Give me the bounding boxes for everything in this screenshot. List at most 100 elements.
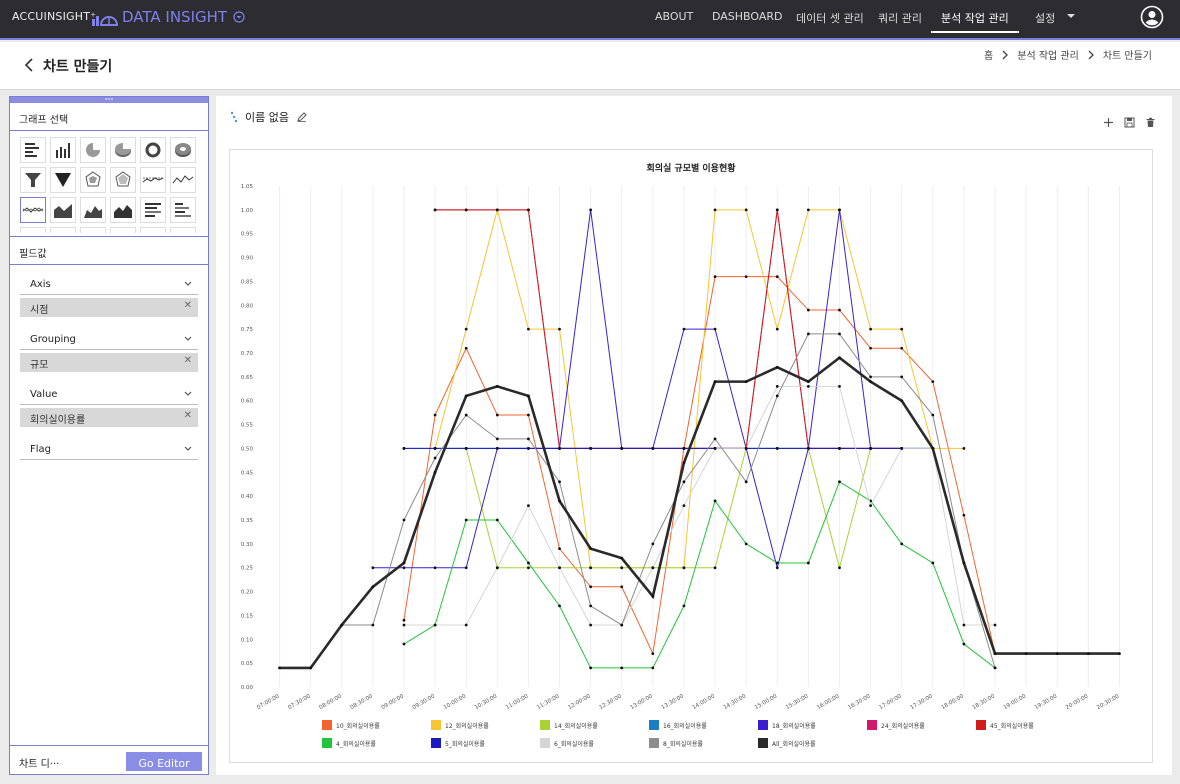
donut-3d-chart-icon[interactable] (170, 137, 196, 163)
data-point (402, 447, 406, 450)
x-tick-label: 08:00:00 (318, 693, 343, 711)
stacked-area-chart-icon[interactable] (110, 197, 136, 223)
remove-icon[interactable]: ✕ (184, 410, 192, 421)
y-tick-label: 0.35 (241, 518, 254, 524)
flag-dropdown[interactable]: Flag (20, 440, 198, 460)
mountain-area-chart-icon[interactable] (80, 197, 106, 223)
data-point (433, 447, 437, 450)
breadcrumb-current: 차트 만들기 (1102, 51, 1152, 62)
nav-dashboard[interactable]: DASHBOARD (712, 10, 783, 23)
legend-swatch (322, 738, 332, 748)
series-line (435, 209, 902, 449)
panel-drag-handle[interactable] (10, 97, 208, 103)
user-account-icon[interactable] (1140, 5, 1164, 29)
page-header: 차트 만들기 홈 분석 작업 관리 차트 만들기 (0, 42, 1180, 90)
x-tick-label: 17:00:00 (878, 693, 903, 711)
go-editor-button[interactable]: Go Editor (126, 752, 202, 771)
data-point (558, 327, 561, 331)
nav-query-management[interactable]: 쿼리 관리 (878, 10, 922, 26)
data-point (433, 208, 437, 212)
axis-dropdown[interactable]: Axis (20, 275, 198, 295)
chevron-down-icon (184, 391, 192, 396)
data-point (806, 308, 810, 312)
data-point (651, 652, 655, 655)
data-point (869, 375, 872, 379)
y-tick-label: 0.85 (241, 279, 254, 285)
chart-type-icon[interactable] (140, 227, 166, 233)
data-point (744, 542, 748, 546)
radar-fill-chart-icon[interactable] (110, 167, 136, 193)
funnel-chart-icon[interactable] (20, 167, 46, 193)
line-chart: 0.00 0.05 0.10 0.15 0.20 0.25 0.30 0.35 0.40 0.45… (241, 184, 1121, 748)
data-point (558, 447, 561, 450)
grouped-bar-chart-icon[interactable] (170, 197, 196, 223)
chart-type-icon[interactable] (110, 227, 136, 233)
radar-chart-icon[interactable] (80, 167, 106, 193)
value-value-chip: 회의실이용률 ✕ (20, 408, 198, 427)
chart-type-icon[interactable] (80, 227, 106, 233)
remove-icon[interactable]: ✕ (184, 300, 192, 311)
vertical-bar-chart-icon[interactable] (50, 137, 76, 163)
breadcrumb: 홈 분석 작업 관리 차트 만들기 (984, 47, 1152, 62)
nav-settings[interactable]: 설정 (1035, 10, 1055, 26)
chart-detail-label[interactable]: 차트 디··· (19, 755, 59, 770)
x-tick-label: 11:30:00 (536, 693, 561, 711)
legend-label: 18_회의실이용률 (772, 722, 816, 730)
y-tick-label: 0.15 (241, 613, 254, 619)
series-line (341, 333, 996, 669)
area-chart-icon[interactable] (50, 197, 76, 223)
flag-label: Flag (30, 444, 52, 455)
dashed-line-chart-icon[interactable] (140, 167, 166, 193)
grouping-dropdown[interactable]: Grouping (20, 330, 198, 350)
data-point (651, 447, 655, 450)
product-dropdown-icon[interactable] (233, 11, 245, 23)
data-point (402, 561, 406, 565)
edit-pencil-icon[interactable] (297, 112, 307, 122)
data-point (962, 513, 966, 517)
data-point (775, 327, 779, 331)
chart-name[interactable]: 이름 없음 (245, 109, 289, 125)
multi-line-chart-icon[interactable] (20, 197, 46, 223)
x-tick-label: 20:00:00 (1065, 693, 1090, 711)
breadcrumb-home[interactable]: 홈 (984, 47, 993, 62)
data-point (931, 413, 935, 417)
nav-dataset-management[interactable]: 데이터 셋 관리 (796, 10, 864, 26)
remove-icon[interactable]: ✕ (184, 355, 192, 366)
x-tick-label: 15:30:00 (785, 693, 810, 711)
data-point (589, 666, 593, 670)
chart-workspace: 이름 없음 회의실 규모별 이용현황 0.00 0.05 0.10 0.15 0.20 0… (216, 96, 1172, 775)
back-arrow-icon[interactable] (22, 57, 36, 73)
save-icon[interactable] (1124, 113, 1135, 128)
donut-chart-icon[interactable] (140, 137, 166, 163)
data-point (993, 666, 997, 670)
chart-type-icon[interactable] (20, 227, 46, 233)
y-tick-label: 0.30 (241, 542, 254, 548)
horizontal-bar-chart-icon[interactable] (20, 137, 46, 163)
nav-analysis-management[interactable]: 분석 작업 관리 (931, 10, 1019, 33)
pie-3d-chart-icon[interactable] (110, 137, 136, 163)
pyramid-chart-icon[interactable] (50, 167, 76, 193)
chart-type-icon[interactable] (50, 227, 76, 233)
data-point (775, 447, 779, 450)
axis-field: Axis 시점 ✕ (20, 275, 198, 317)
y-tick-label: 0.55 (241, 423, 254, 429)
series-line (403, 481, 996, 669)
divider (10, 264, 208, 265)
chart-type-icon[interactable] (170, 227, 196, 233)
breadcrumb-analysis-management[interactable]: 분석 작업 관리 (1017, 47, 1079, 62)
data-point (589, 208, 593, 212)
stacked-bar-chart-icon[interactable] (140, 197, 166, 223)
data-point (433, 413, 437, 417)
add-icon[interactable] (1103, 113, 1114, 127)
value-dropdown[interactable]: Value (20, 385, 198, 405)
data-point (495, 208, 499, 212)
settings-dropdown-icon[interactable] (1067, 12, 1075, 20)
data-point (402, 518, 406, 522)
line-chart-icon[interactable] (170, 167, 196, 193)
nav-about[interactable]: ABOUT (655, 10, 693, 23)
product-logo[interactable]: DATA INSIGHT (91, 6, 245, 28)
data-point (464, 447, 468, 450)
delete-trash-icon[interactable] (1145, 113, 1156, 127)
product-title: DATA INSIGHT (122, 8, 228, 26)
pie-chart-icon[interactable] (80, 137, 106, 163)
